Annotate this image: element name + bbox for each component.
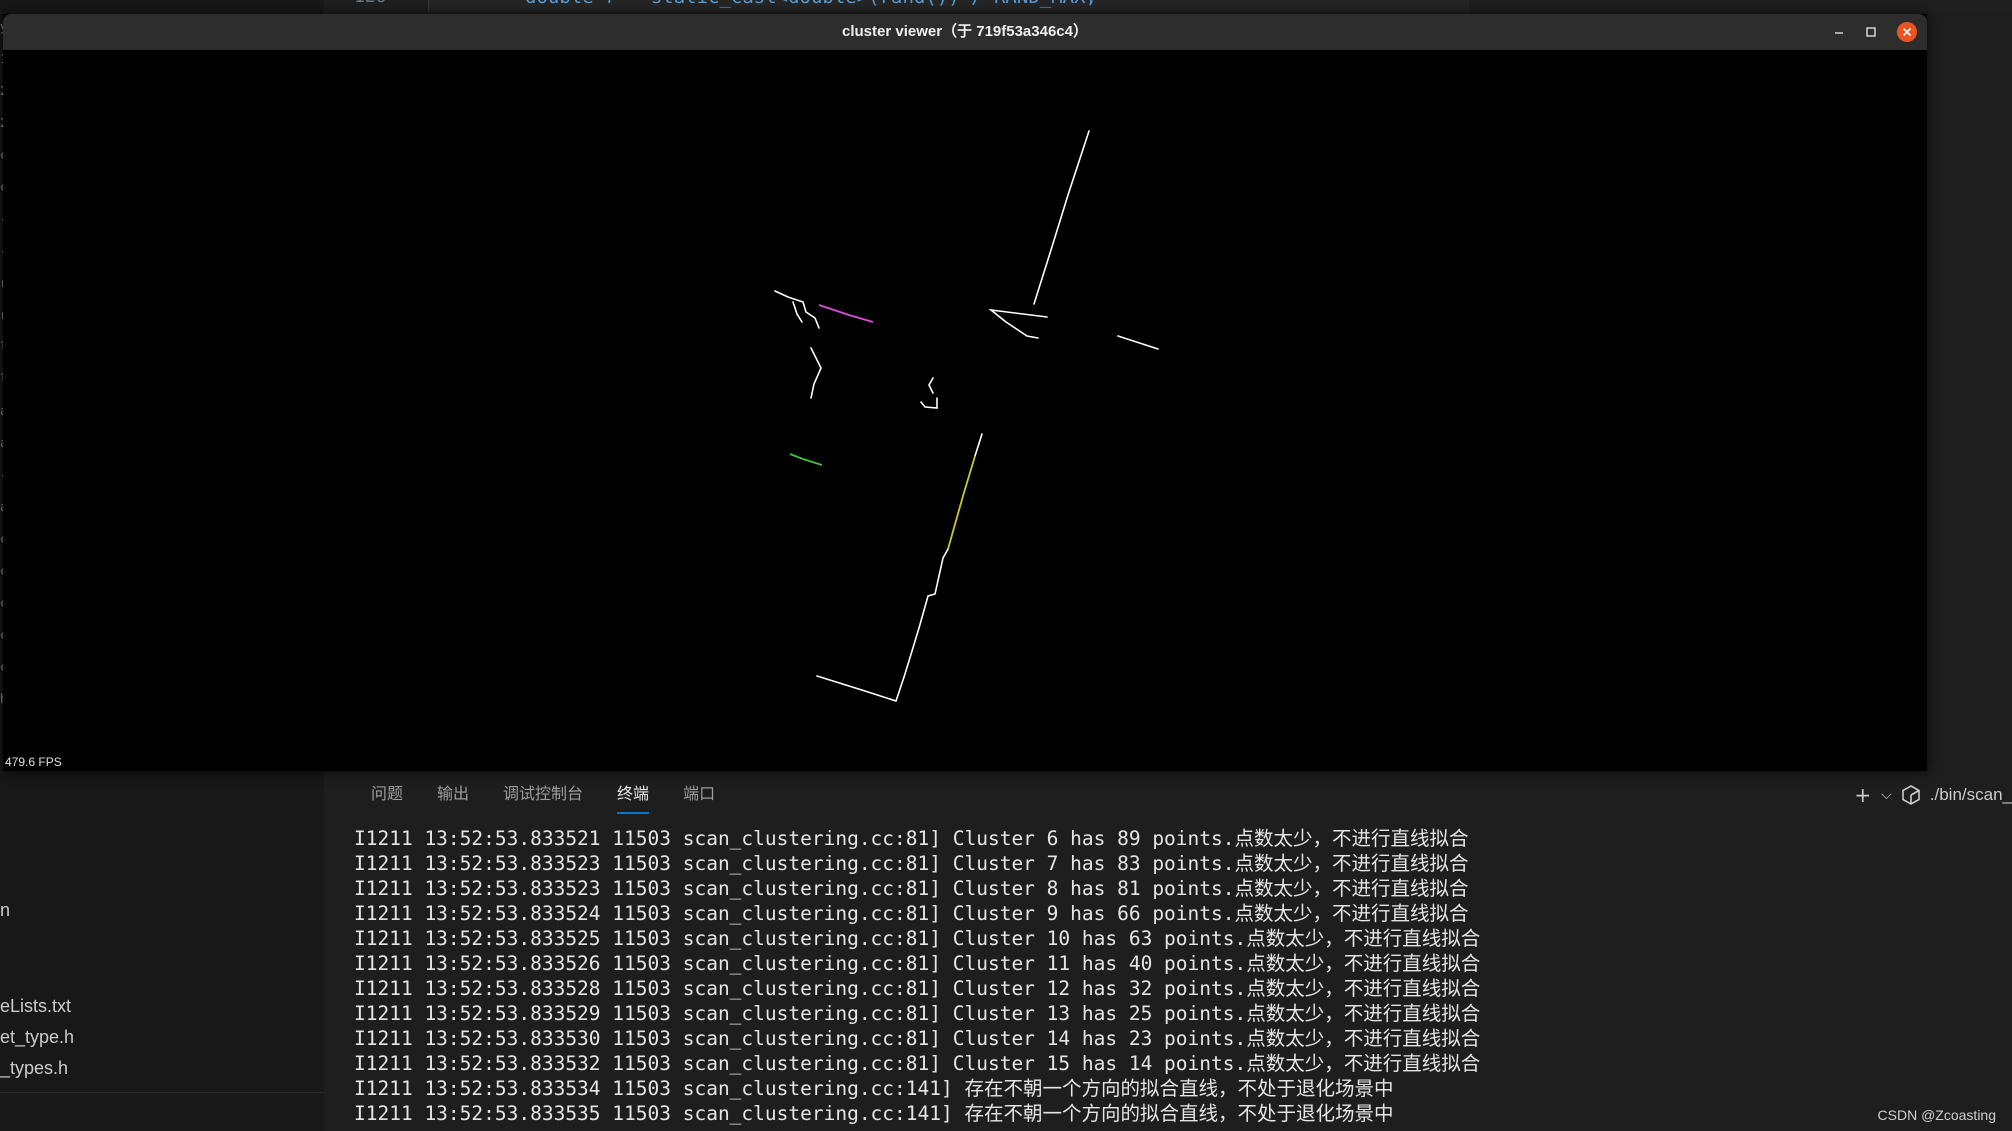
file-item[interactable]: et_type.h	[0, 1027, 74, 1048]
tab-terminal[interactable]: 终端	[600, 776, 666, 814]
close-button[interactable]	[1897, 22, 1917, 42]
code-line[interactable]: double r = static_cast<double>(rand()) /…	[428, 0, 1469, 12]
scan-segment	[810, 347, 822, 399]
file-item[interactable]: eLists.txt	[0, 996, 71, 1017]
point-cloud-canvas[interactable]: 479.6 FPS	[3, 50, 1927, 771]
sidebar-divider	[0, 1092, 324, 1093]
terminal-line: I1211 13:52:53.833521 11503 scan_cluster…	[354, 827, 1469, 850]
terminal-line: I1211 13:52:53.833535 11503 scan_cluster…	[354, 1102, 1394, 1125]
scan-segment	[1033, 130, 1090, 305]
terminal-line: I1211 13:52:53.833534 11503 scan_cluster…	[354, 1077, 1394, 1100]
cluster-magenta	[818, 304, 874, 323]
tab-debug-console[interactable]: 调试控制台	[486, 776, 600, 814]
scan-segment	[774, 290, 820, 329]
chevron-down-icon[interactable]: ⌵	[1881, 787, 1892, 803]
scan-segment	[792, 301, 803, 323]
maximize-button[interactable]	[1861, 22, 1881, 42]
cluster-viewer-window[interactable]: cluster viewer（于 719f53a346c4） 479.6 FPS	[3, 14, 1927, 771]
add-terminal-button[interactable]: +	[1854, 783, 1871, 807]
window-titlebar[interactable]: cluster viewer（于 719f53a346c4）	[3, 14, 1927, 50]
scan-plot	[774, 130, 1159, 702]
terminal-line: I1211 13:52:53.833529 11503 scan_cluster…	[354, 1002, 1481, 1025]
terminal-line: I1211 13:52:53.833524 11503 scan_cluster…	[354, 902, 1469, 925]
minimize-button[interactable]	[1829, 22, 1849, 42]
terminal-line: I1211 13:52:53.833530 11503 scan_cluster…	[354, 1027, 1481, 1050]
terminal-instance-label[interactable]: ./bin/scan_	[1930, 785, 2012, 805]
tab-ports[interactable]: 端口	[666, 776, 732, 814]
file-item[interactable]: n	[0, 900, 10, 921]
panel-actions: + ⌵ ./bin/scan_	[1854, 776, 2012, 814]
terminal-line: I1211 13:52:53.833523 11503 scan_cluster…	[354, 852, 1469, 875]
scan-segment	[895, 548, 949, 702]
tab-output[interactable]: 输出	[420, 776, 486, 814]
editor-area: 126 double r = static_cast<double>(rand(…	[324, 0, 2012, 12]
terminal-line: I1211 13:52:53.833525 11503 scan_cluster…	[354, 927, 1481, 950]
scan-segment	[920, 397, 938, 409]
terminal-icon	[1901, 785, 1920, 805]
scan-segment	[816, 675, 897, 702]
cluster-yellow	[947, 455, 976, 550]
window-title: cluster viewer（于 719f53a346c4）	[842, 23, 1088, 40]
fps-counter: 479.6 FPS	[5, 755, 62, 769]
cluster-green	[789, 453, 823, 466]
terminal-line: I1211 13:52:53.833532 11503 scan_cluster…	[354, 1052, 1481, 1075]
tab-problems[interactable]: 问题	[354, 776, 420, 814]
panel-tab-bar: 问题 输出 调试控制台 终端 端口	[354, 776, 732, 816]
scan-segment	[988, 308, 1048, 339]
bottom-panel: 问题 输出 调试控制台 终端 端口 + ⌵ ./bin/scan_ I1211 …	[324, 770, 2012, 1131]
terminal-line: I1211 13:52:53.833528 11503 scan_cluster…	[354, 977, 1481, 1000]
terminal-line: I1211 13:52:53.833523 11503 scan_cluster…	[354, 877, 1469, 900]
file-item[interactable]: _types.h	[0, 1058, 68, 1079]
terminal-output[interactable]: I1211 13:52:53.833521 11503 scan_cluster…	[354, 826, 2002, 1131]
code-text: double r = static_cast<double>(rand()) /…	[525, 0, 1097, 8]
watermark: CSDN @Zcoasting	[1877, 1107, 1996, 1123]
scan-segment	[1117, 335, 1159, 350]
scan-segment	[928, 377, 934, 394]
terminal-line: I1211 13:52:53.833526 11503 scan_cluster…	[354, 952, 1481, 975]
scan-segment	[974, 433, 983, 457]
